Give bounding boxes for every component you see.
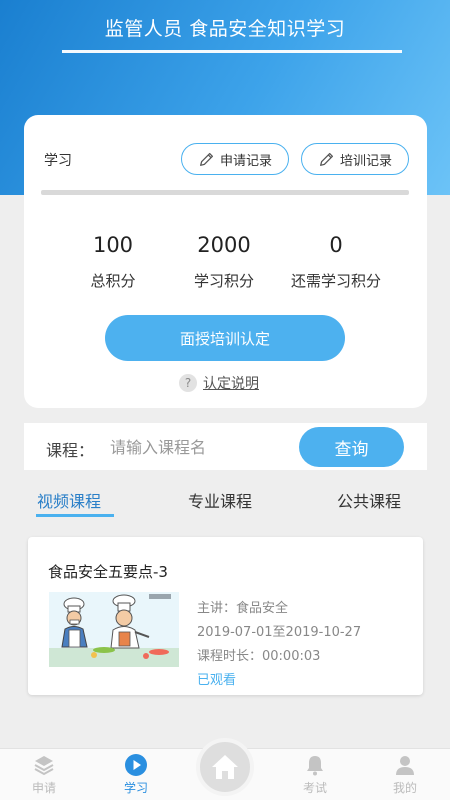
active-tab-indicator (36, 514, 114, 517)
remaining-points-stat: 0 还需学习积分 (281, 230, 391, 291)
training-record-label: 培训记录 (339, 153, 392, 169)
total-points-label: 总积分 (90, 272, 136, 290)
course-lecturer: 主讲：食品安全 (197, 601, 289, 616)
certify-explanation-label: 认定说明 (203, 376, 259, 392)
certify-explanation-link[interactable]: ? 认定说明 (179, 373, 259, 393)
remaining-points-value: 0 (329, 233, 343, 257)
course-date-range: 2019-07-01至2019-10-27 (197, 625, 362, 640)
person-icon (396, 756, 414, 775)
question-icon: ? (179, 374, 197, 392)
pencil-icon (320, 152, 334, 166)
page-title: 监管人员 食品安全知识学习 (104, 18, 346, 40)
tab-video-courses[interactable]: 视频课程 (37, 488, 101, 512)
pencil-icon (200, 152, 214, 166)
study-points-value: 2000 (197, 233, 251, 257)
study-summary-card: 学习 申请记录 培训记录 100 总积分 2000 学习积分 0 还需学习积分 … (24, 115, 427, 408)
course-title: 食品安全五要点-3 (48, 563, 168, 581)
tab-public-courses[interactable]: 公共课程 (337, 488, 401, 512)
chefs-illustration (49, 592, 179, 667)
total-points-value: 100 (92, 233, 134, 257)
course-duration: 课程时长：00:00:03 (197, 649, 321, 664)
course-list-item[interactable]: 食品安全五要点-3 主讲：食品安全 2019-07-01至2019-10-27 … (28, 537, 423, 695)
total-points-stat: 100 总积分 (58, 230, 168, 291)
nav-apply-label: 申请 (31, 781, 56, 795)
apply-record-label: 申请记录 (219, 153, 272, 169)
nav-study-label: 学习 (123, 781, 148, 795)
course-search-label: 课程： (46, 441, 95, 460)
tab-professional-courses[interactable]: 专业课程 (188, 488, 252, 512)
course-search-input[interactable] (110, 431, 290, 463)
play-icon (125, 754, 147, 776)
nav-home-button[interactable] (196, 738, 254, 796)
nav-apply[interactable]: 申请 (9, 753, 79, 796)
course-thumbnail (49, 592, 179, 667)
course-watched-status: 已观看 (197, 673, 237, 688)
apply-record-button[interactable]: 申请记录 (181, 143, 289, 175)
training-record-button[interactable]: 培训记录 (301, 143, 409, 175)
course-tabs: 视频课程 专业课程 公共课程 (0, 480, 450, 520)
nav-exam-label: 考试 (302, 781, 327, 795)
study-progress-bar (41, 190, 409, 195)
title-underline (62, 50, 402, 53)
nav-exam[interactable]: 考试 (280, 753, 350, 796)
remaining-points-label: 还需学习积分 (290, 272, 381, 290)
study-points-label: 学习积分 (193, 272, 254, 290)
course-search-bar: 课程： 查询 (24, 423, 427, 470)
home-icon (212, 755, 238, 779)
search-button[interactable]: 查询 (299, 427, 404, 467)
study-points-stat: 2000 学习积分 (169, 230, 279, 291)
bell-icon (307, 756, 323, 776)
study-label: 学习 (44, 153, 72, 169)
nav-mine-label: 我的 (392, 781, 417, 795)
nav-mine[interactable]: 我的 (370, 753, 440, 796)
nav-study[interactable]: 学习 (101, 753, 171, 796)
face-training-certify-button[interactable]: 面授培训认定 (105, 315, 345, 361)
layers-icon (34, 756, 54, 776)
